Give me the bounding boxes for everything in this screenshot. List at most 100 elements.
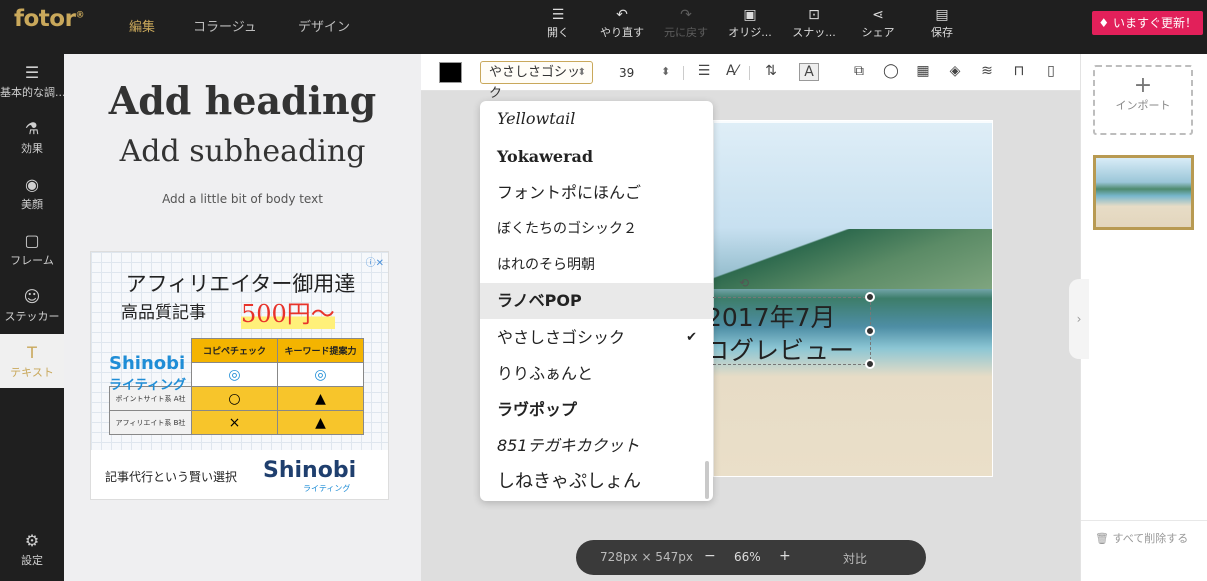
gear-icon: ⚙ <box>24 531 40 550</box>
font-option-selected[interactable]: やさしさゴシック ✔ <box>480 320 713 356</box>
font-select[interactable]: やさしさゴシック ⬍ <box>480 61 593 101</box>
rail-item-sticker[interactable]: ☺ ステッカー <box>0 278 64 332</box>
plus-icon: + <box>1133 73 1153 98</box>
resize-handle[interactable] <box>865 292 875 302</box>
redo-button[interactable]: ↷ 元に戻す <box>654 6 718 40</box>
font-size-stepper-icon[interactable]: ⬍ <box>661 65 670 78</box>
tab-design[interactable]: デザイン <box>298 16 350 35</box>
ad-mark: × <box>191 410 278 435</box>
undo-icon: ↶ <box>616 7 628 23</box>
text-style-icon[interactable]: A <box>799 63 819 81</box>
ad-mark: ▲ <box>277 386 364 411</box>
layers-icon[interactable]: ◈ <box>945 63 965 79</box>
resize-handle[interactable] <box>865 359 875 369</box>
text-color-swatch[interactable] <box>439 62 462 83</box>
trash-icon[interactable]: ▯ <box>1041 63 1061 79</box>
add-heading-option[interactable]: Add heading <box>64 78 421 123</box>
rail-item-text[interactable]: T テキスト <box>0 334 64 388</box>
duplicate-icon[interactable]: ⧉ <box>849 63 869 79</box>
import-button[interactable]: + インポート <box>1093 65 1193 135</box>
save-button[interactable]: ▤ 保存 <box>910 6 974 40</box>
font-option[interactable]: りりふぁんと <box>480 356 713 392</box>
delete-all-button[interactable]: 🗑 すべて削除する <box>1081 520 1207 557</box>
ad-info-icon[interactable]: ⓘ✕ <box>366 254 384 269</box>
text-icon: T <box>27 343 37 362</box>
font-option[interactable]: ぼくたちのゴシック２ <box>480 211 713 247</box>
shape-icon[interactable]: ◯ <box>881 63 901 79</box>
rail-item-frame[interactable]: ▢ フレーム <box>0 222 64 276</box>
font-size-value[interactable]: 39 <box>619 66 634 80</box>
advertisement[interactable]: ⓘ✕ アフィリエイター御用達 高品質記事 500円～ コピペチェック キーワード… <box>90 251 389 500</box>
image-thumbnail[interactable] <box>1093 155 1194 230</box>
canvas-workspace: やさしさゴシック ⬍ 39 ⬍ ☰ A⁄ ⇅ A ⧉ ◯ ▦ ◈ ≋ ⊓ ▯ 20… <box>421 54 1080 581</box>
snapshot-button[interactable]: ⊡ スナッ... <box>782 6 846 40</box>
zoom-bar: 728px × 547px − 66% + 対比 <box>576 540 926 575</box>
rail-item-effects[interactable]: ⚗ 効果 <box>0 110 64 164</box>
sliders-icon: ☰ <box>24 63 40 82</box>
diamond-icon: ♦ <box>1098 16 1113 30</box>
font-option[interactable]: Yokawerad <box>480 139 713 175</box>
ad-price: 500円～ <box>241 294 335 329</box>
ad-mark: ▲ <box>277 410 364 435</box>
ad-headline: アフィリエイター御用達 <box>125 272 356 296</box>
font-option[interactable]: フォントポにほんご <box>480 175 713 211</box>
ad-footer: 記事代行という賢い選択 Shinobi ライティング <box>91 452 388 499</box>
resize-handle[interactable] <box>865 326 875 336</box>
rail-item-adjust[interactable]: ☰ 基本的な調... <box>0 54 64 108</box>
dropdown-scrollbar[interactable] <box>705 461 709 499</box>
lock-icon[interactable]: ⊓ <box>1009 63 1029 79</box>
sticker-icon: ☺ <box>23 287 41 306</box>
snapshot-icon: ⊡ <box>808 7 820 23</box>
canvas-text-line-1[interactable]: 2017年7月 <box>706 298 836 334</box>
original-button[interactable]: ▣ オリジ... <box>718 6 782 40</box>
font-option-hovered[interactable]: ラノベPOP <box>480 283 713 319</box>
font-option[interactable]: はれのそら明朝 <box>480 247 713 283</box>
fotor-logo[interactable]: fotor® <box>14 6 84 32</box>
share-icon: ⋖ <box>872 7 884 23</box>
font-option[interactable]: しねきゃぷしょん <box>480 464 713 500</box>
zoom-out-button[interactable]: − <box>704 548 716 564</box>
canvas-size-label: 728px × 547px <box>600 550 693 564</box>
open-button[interactable]: ☰ 開く <box>526 6 590 40</box>
zoom-level: 66% <box>734 550 761 564</box>
font-option[interactable]: Yellowtail <box>480 101 713 137</box>
font-option[interactable]: 851テガキカクット <box>480 428 713 464</box>
ad-col-header: キーワード提案力 <box>277 338 364 363</box>
compare-button[interactable]: 対比 <box>843 550 867 567</box>
rail-item-settings[interactable]: ⚙ 設定 <box>0 522 64 576</box>
collapse-toggle-icon[interactable]: › <box>1069 279 1089 359</box>
transparency-icon[interactable]: ▦ <box>913 63 933 79</box>
upgrade-button[interactable]: ♦ いますぐ更新！ <box>1092 11 1203 35</box>
ad-tagline: 記事代行という賢い選択 <box>105 470 238 484</box>
font-option[interactable]: ラヴポップ <box>480 392 713 428</box>
ad-logo-sub: ライティング <box>109 378 186 393</box>
select-arrows-icon: ⬍ <box>577 67 586 78</box>
menu-icon: ☰ <box>551 7 565 23</box>
add-body-text-option[interactable]: Add a little bit of body text <box>64 192 421 206</box>
divider <box>683 66 684 80</box>
undo-button[interactable]: ↶ やり直す <box>590 6 654 40</box>
divider <box>749 66 750 80</box>
tab-edit[interactable]: 編集 <box>129 16 155 35</box>
share-button[interactable]: ⋖ シェア <box>846 6 910 40</box>
zoom-in-button[interactable]: + <box>779 548 791 564</box>
ad-brand-sub: ライティング <box>303 484 351 493</box>
ad-col-header: コピペチェック <box>191 338 278 363</box>
ad-brand: Shinobi <box>263 458 357 483</box>
tab-collage[interactable]: コラージュ <box>193 16 257 35</box>
rotate-handle-icon[interactable]: ⟲ <box>739 276 749 290</box>
align-icon[interactable]: ☰ <box>694 63 714 79</box>
stack-icon[interactable]: ≋ <box>977 63 997 79</box>
redo-icon: ↷ <box>680 7 692 23</box>
top-bar: fotor® 編集 コラージュ デザイン ☰ 開く ↶ やり直す ↷ 元に戻す ▣ オリ… <box>0 0 1207 54</box>
text-panel: Add heading Add subheading Add a little … <box>64 54 421 581</box>
fotor-editor: fotor® 編集 コラージュ デザイン ☰ 開く ↶ やり直す ↷ 元に戻す ▣ オリ… <box>0 0 1207 581</box>
rail-item-beauty[interactable]: ◉ 美顔 <box>0 166 64 220</box>
letter-spacing-icon[interactable]: A⁄ <box>722 63 742 79</box>
font-dropdown[interactable]: Yellowtail Yokawerad フォントポにほんご ぼくたちのゴシック… <box>480 101 713 501</box>
right-sidebar: › + インポート 🗑 すべて削除する <box>1069 54 1207 581</box>
eye-icon: ◉ <box>25 175 39 194</box>
add-subheading-option[interactable]: Add subheading <box>64 134 421 169</box>
vertical-text-icon[interactable]: ⇅ <box>761 63 781 79</box>
ad-subheadline: 高品質記事 <box>121 303 206 323</box>
